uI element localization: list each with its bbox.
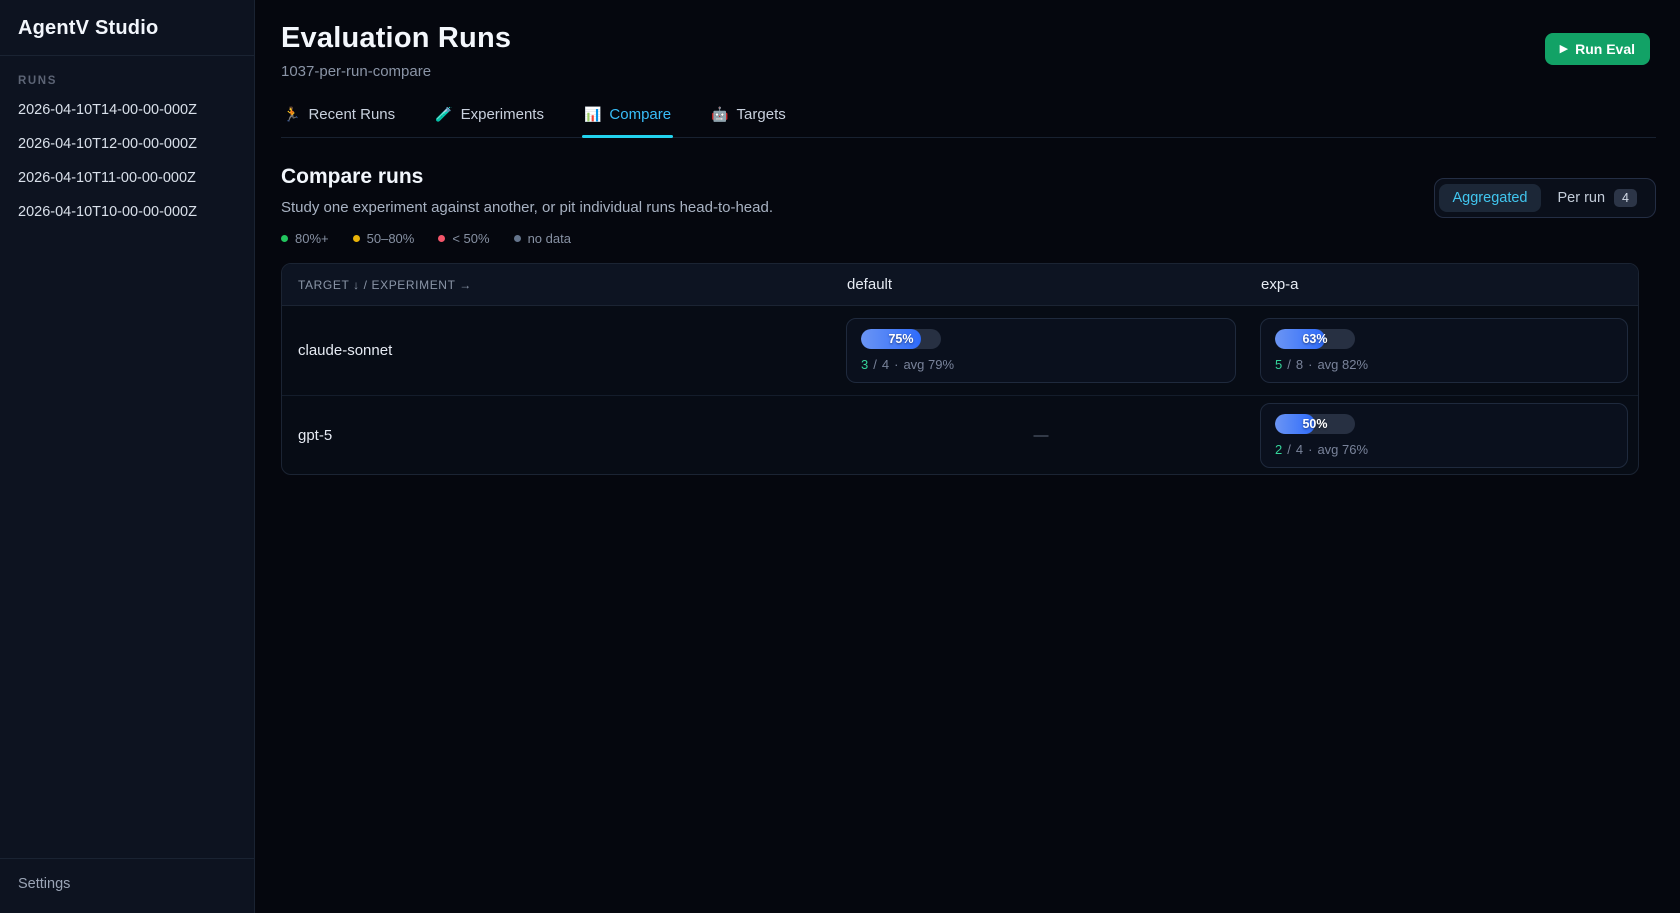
tab-recent-runs[interactable]: 🏃 Recent Runs	[281, 100, 397, 137]
matrix-cell: 75% 3 / 4 · avg 79%	[834, 306, 1248, 395]
table-row: claude-sonnet 75% 3 / 4 · avg 79%	[282, 306, 1638, 396]
separator: ·	[1308, 357, 1312, 372]
sidebar-run-item[interactable]: 2026-04-10T11-00-00-000Z	[0, 161, 254, 195]
sidebar: AgentV Studio RUNS 2026-04-10T14-00-00-0…	[0, 0, 255, 913]
result-card[interactable]: 75% 3 / 4 · avg 79%	[846, 318, 1236, 383]
legend-label: 80%+	[295, 231, 329, 246]
passed-count: 2	[1275, 442, 1282, 457]
total-count: 4	[882, 357, 889, 372]
score-pill-label: 75%	[861, 329, 941, 349]
target-label: claude-sonnet	[282, 342, 834, 359]
tab-label: Targets	[737, 106, 786, 123]
result-card[interactable]: 63% 5 / 8 · avg 82%	[1260, 318, 1628, 383]
toggle-label: Per run	[1557, 190, 1605, 206]
page-subtitle: 1037-per-run-compare	[281, 63, 1656, 80]
toggle-label: Aggregated	[1453, 190, 1528, 206]
avg-score: avg 82%	[1317, 357, 1368, 372]
total-count: 4	[1296, 442, 1303, 457]
tab-label: Experiments	[461, 106, 544, 123]
experiment-column-header: default	[834, 276, 1248, 293]
score-pill-label: 63%	[1275, 329, 1355, 349]
tab-label: Recent Runs	[308, 106, 395, 123]
avg-score: avg 76%	[1317, 442, 1368, 457]
yellow-dot-icon	[353, 235, 360, 242]
result-card[interactable]: 50% 2 / 4 · avg 76%	[1260, 403, 1628, 468]
toggle-aggregated[interactable]: Aggregated	[1439, 184, 1542, 212]
tab-experiments[interactable]: 🧪 Experiments	[433, 100, 546, 137]
settings-link[interactable]: Settings	[18, 876, 70, 892]
tab-label: Compare	[609, 106, 671, 123]
page-title: Evaluation Runs	[281, 22, 1656, 55]
score-stats: 5 / 8 · avg 82%	[1275, 357, 1613, 372]
legend-item-mid: 50–80%	[353, 231, 415, 246]
legend-label: no data	[528, 231, 571, 246]
score-pill: 63%	[1275, 329, 1355, 349]
separator: /	[873, 357, 877, 372]
runner-icon: 🏃	[283, 106, 300, 123]
compare-matrix: TARGET ↓ / EXPERIMENT → default exp-a cl…	[281, 263, 1639, 475]
score-pill: 75%	[861, 329, 941, 349]
play-icon: ▶	[1560, 44, 1568, 55]
target-label: gpt-5	[282, 427, 834, 444]
bar-chart-icon: 📊	[584, 106, 601, 123]
legend-label: 50–80%	[367, 231, 415, 246]
test-tube-icon: 🧪	[435, 106, 452, 123]
matrix-header-row: TARGET ↓ / EXPERIMENT → default exp-a	[282, 264, 1638, 306]
passed-count: 5	[1275, 357, 1282, 372]
score-pill: 50%	[1275, 414, 1355, 434]
score-stats: 2 / 4 · avg 76%	[1275, 442, 1613, 457]
sidebar-run-item[interactable]: 2026-04-10T14-00-00-000Z	[0, 93, 254, 127]
app-title: AgentV Studio	[0, 0, 254, 56]
green-dot-icon	[281, 235, 288, 242]
legend-item-high: 80%+	[281, 231, 329, 246]
experiment-column-header: exp-a	[1248, 276, 1639, 293]
matrix-cell: 63% 5 / 8 · avg 82%	[1248, 306, 1639, 395]
separator: /	[1287, 442, 1291, 457]
per-run-count-badge: 4	[1614, 189, 1637, 207]
tab-compare[interactable]: 📊 Compare	[582, 100, 673, 137]
score-legend: 80%+ 50–80% < 50% no data	[281, 231, 1656, 246]
run-eval-button[interactable]: ▶ Run Eval	[1545, 33, 1650, 65]
runs-section-label: RUNS	[18, 75, 236, 87]
legend-item-nodata: no data	[514, 231, 571, 246]
main-content: Evaluation Runs 1037-per-run-compare ▶ R…	[255, 0, 1680, 913]
sidebar-run-item[interactable]: 2026-04-10T10-00-00-000Z	[0, 195, 254, 229]
toggle-per-run[interactable]: Per run 4	[1543, 183, 1651, 213]
passed-count: 3	[861, 357, 868, 372]
run-eval-label: Run Eval	[1575, 41, 1635, 57]
no-data-mark: —	[1034, 427, 1049, 444]
avg-score: avg 79%	[903, 357, 954, 372]
view-toggle: Aggregated Per run 4	[1434, 178, 1657, 218]
separator: ·	[894, 357, 898, 372]
tab-bar: 🏃 Recent Runs 🧪 Experiments 📊 Compare 🤖 …	[281, 100, 1656, 138]
total-count: 8	[1296, 357, 1303, 372]
separator: /	[1287, 357, 1291, 372]
score-stats: 3 / 4 · avg 79%	[861, 357, 1221, 372]
matrix-corner-header: TARGET ↓ / EXPERIMENT →	[282, 278, 834, 292]
legend-item-low: < 50%	[438, 231, 489, 246]
sidebar-footer: Settings	[0, 858, 254, 913]
matrix-cell: —	[834, 396, 1248, 474]
score-pill-label: 50%	[1275, 414, 1355, 434]
gray-dot-icon	[514, 235, 521, 242]
legend-label: < 50%	[452, 231, 489, 246]
sidebar-run-item[interactable]: 2026-04-10T12-00-00-000Z	[0, 127, 254, 161]
separator: ·	[1308, 442, 1312, 457]
red-dot-icon	[438, 235, 445, 242]
matrix-cell: 50% 2 / 4 · avg 76%	[1248, 396, 1639, 474]
tab-targets[interactable]: 🤖 Targets	[709, 100, 788, 137]
table-row: gpt-5 — 50% 2 / 4 · avg 76%	[282, 396, 1638, 474]
robot-icon: 🤖	[711, 106, 728, 123]
